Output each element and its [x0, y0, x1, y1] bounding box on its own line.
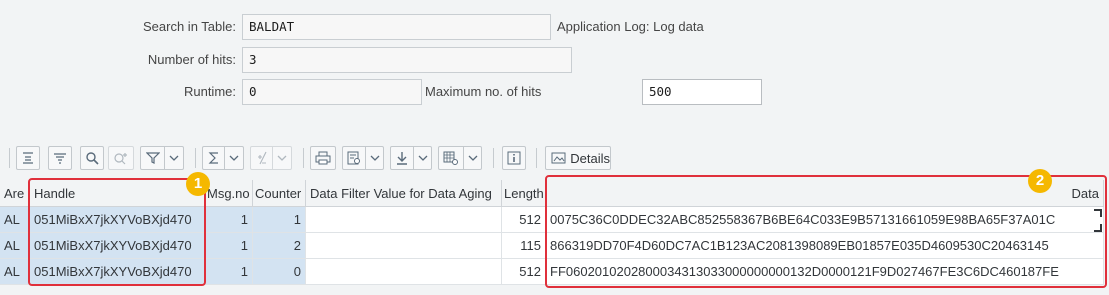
cell-focus-marker — [1094, 224, 1102, 232]
filter-lines-button[interactable] — [48, 146, 72, 170]
number-of-hits-field[interactable]: 3 — [242, 47, 572, 73]
table-cell-data-filter[interactable] — [306, 233, 502, 259]
annotation-badge-2: 2 — [1028, 169, 1052, 193]
chevron-down-icon — [169, 155, 178, 161]
table-cell-area[interactable]: AL — [0, 207, 30, 233]
view-menu-button[interactable] — [342, 146, 384, 170]
column-header-length[interactable]: Length — [502, 180, 546, 207]
filter-icon — [145, 152, 160, 164]
table-cell-handle[interactable]: 051MiBxX7jkXYVoBXjd470 — [30, 259, 205, 285]
filter-lines-icon — [54, 153, 66, 164]
search-button[interactable] — [80, 146, 104, 170]
table-cell-msg-no[interactable]: 1 — [205, 233, 253, 259]
chevron-down-icon — [229, 155, 238, 161]
subtotal-icon — [257, 151, 266, 165]
search-next-button[interactable] — [108, 146, 134, 170]
chevron-down-icon — [277, 155, 286, 161]
layout-menu-button[interactable] — [438, 146, 482, 170]
toolbar-separator — [493, 148, 494, 168]
cell-focus-marker — [1094, 209, 1102, 217]
toolbar-separator — [195, 148, 196, 168]
toolbar-separator — [303, 148, 304, 168]
column-header-msg-no[interactable]: Msg.no — [205, 180, 253, 207]
table-cell-handle[interactable]: 051MiBxX7jkXYVoBXjd470 — [30, 233, 205, 259]
table-cell-data[interactable]: 866319DD70F4D60DC7AC1B123AC2081398089EB0… — [546, 233, 1104, 259]
sum-icon — [208, 152, 218, 164]
details-button-label: Details — [570, 150, 610, 166]
chevron-down-icon — [418, 155, 427, 161]
table-cell-length[interactable]: 512 — [502, 259, 546, 285]
toolbar-separator — [9, 148, 10, 168]
table-cell-handle[interactable]: 051MiBxX7jkXYVoBXjd470 — [30, 207, 205, 233]
table-cell-data-filter[interactable] — [306, 207, 502, 233]
runtime-label: Runtime: — [183, 84, 236, 99]
table-cell-area[interactable]: AL — [0, 259, 30, 285]
column-header-data[interactable]: Data — [546, 180, 1104, 207]
search-next-icon — [114, 153, 127, 165]
search-in-table-field[interactable]: BALDAT — [242, 14, 551, 40]
search-icon — [86, 152, 99, 165]
column-header-handle[interactable]: Handle — [30, 180, 205, 207]
details-button[interactable]: Details — [545, 146, 611, 170]
column-header-data-filter[interactable]: Data Filter Value for Data Aging — [306, 180, 502, 207]
table-cell-data-filter[interactable] — [306, 259, 502, 285]
info-icon — [507, 151, 521, 165]
table-cell-counter[interactable]: 1 — [253, 207, 306, 233]
table-cell-length[interactable]: 512 — [502, 207, 546, 233]
info-button[interactable] — [502, 146, 526, 170]
table-cell-counter[interactable]: 2 — [253, 233, 306, 259]
view-icon — [347, 151, 360, 165]
table-cell-length[interactable]: 115 — [502, 233, 546, 259]
export-icon — [396, 152, 407, 165]
max-hits-label: Maximum no. of hits — [425, 84, 542, 99]
align-top-icon — [23, 152, 33, 164]
max-hits-field[interactable]: 500 — [642, 79, 762, 105]
print-icon — [315, 151, 331, 165]
details-icon — [551, 152, 566, 164]
table-cell-data[interactable]: FF0602010202800034313033000000000132D000… — [546, 259, 1104, 285]
table-cell-msg-no[interactable]: 1 — [205, 207, 253, 233]
table-description: Application Log: Log data — [557, 19, 704, 34]
number-of-hits-label: Number of hits: — [147, 52, 236, 67]
table-cell-data[interactable]: 0075C36C0DDEC32ABC852558367B6BE64C033E9B… — [546, 207, 1104, 233]
toolbar-separator — [536, 148, 537, 168]
table-cell-msg-no[interactable]: 1 — [205, 259, 253, 285]
align-top-button[interactable] — [16, 146, 40, 170]
column-header-area[interactable]: Are — [0, 180, 30, 207]
chevron-down-icon — [370, 155, 379, 161]
export-menu-button[interactable] — [390, 146, 432, 170]
table-cell-area[interactable]: AL — [0, 233, 30, 259]
column-header-counter[interactable]: Counter — [253, 180, 306, 207]
runtime-field[interactable]: 0 — [242, 79, 422, 105]
sum-menu-button[interactable] — [202, 146, 244, 170]
subtotal-menu-button[interactable] — [250, 146, 292, 170]
annotation-badge-1: 1 — [186, 172, 210, 196]
print-button[interactable] — [310, 146, 336, 170]
chevron-down-icon — [468, 155, 477, 161]
search-in-table-label: Search in Table: — [143, 19, 236, 34]
table-cell-counter[interactable]: 0 — [253, 259, 306, 285]
filter-menu-button[interactable] — [140, 146, 184, 170]
layout-icon — [443, 151, 458, 165]
